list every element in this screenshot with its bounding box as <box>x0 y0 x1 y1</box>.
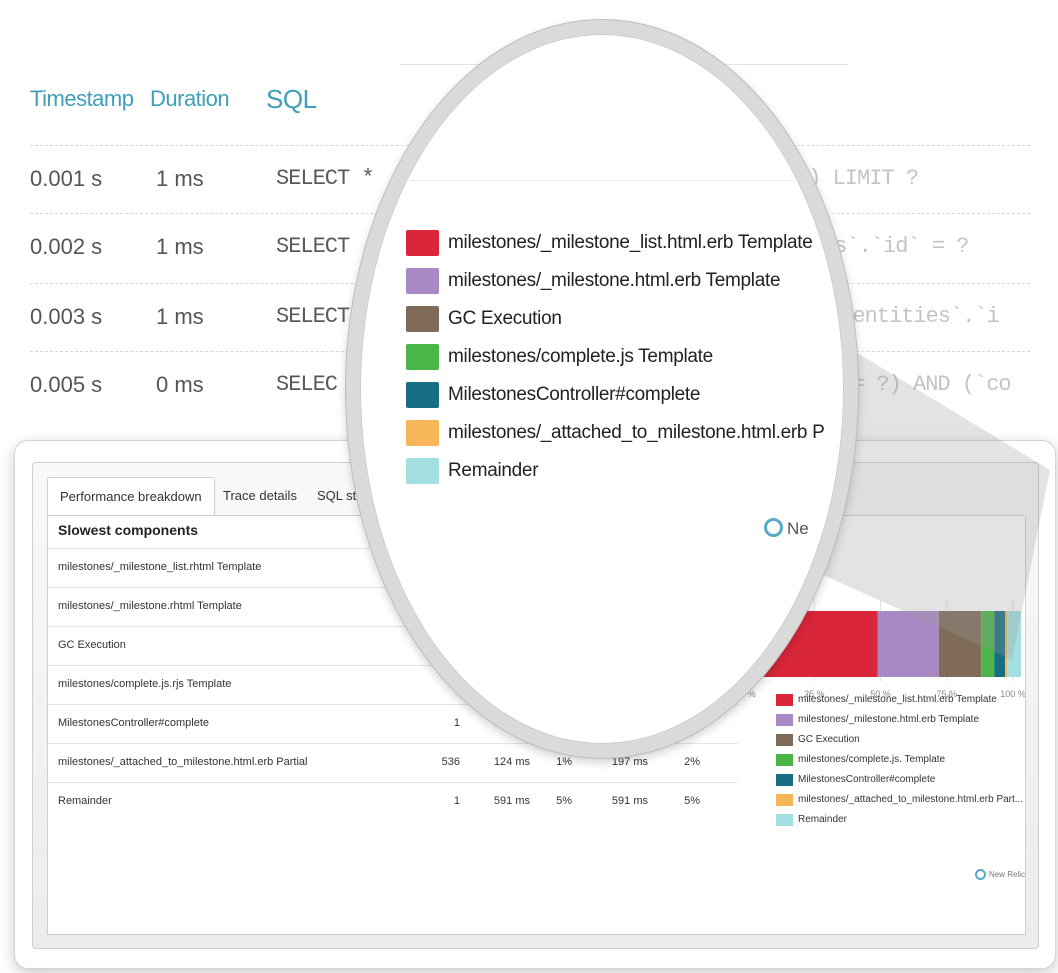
legend-label: GC Execution <box>448 308 562 329</box>
legend-label: milestones/complete.js Template <box>448 346 713 367</box>
legend-swatch <box>406 382 439 408</box>
magnified-new-relic-logo: Ne <box>764 518 809 539</box>
new-relic-ring-icon <box>764 518 783 537</box>
legend-swatch <box>406 230 439 256</box>
legend-label: Remainder <box>448 460 539 481</box>
legend-label: milestones/_milestone.html.erb Template <box>448 270 781 291</box>
legend-label: milestones/_attached_to_milestone.html.e… <box>448 422 825 443</box>
legend-swatch <box>406 306 439 332</box>
legend-swatch <box>406 458 439 484</box>
legend-swatch <box>406 268 439 294</box>
divider <box>360 180 844 181</box>
legend-swatch <box>406 344 439 370</box>
legend-swatch <box>406 420 439 446</box>
legend-label: MilestonesController#complete <box>448 384 701 405</box>
legend-label: milestones/_milestone_list.html.erb Temp… <box>448 232 813 253</box>
magnifier-lens: milestones/_milestone_list.html.erb Temp… <box>346 20 858 758</box>
